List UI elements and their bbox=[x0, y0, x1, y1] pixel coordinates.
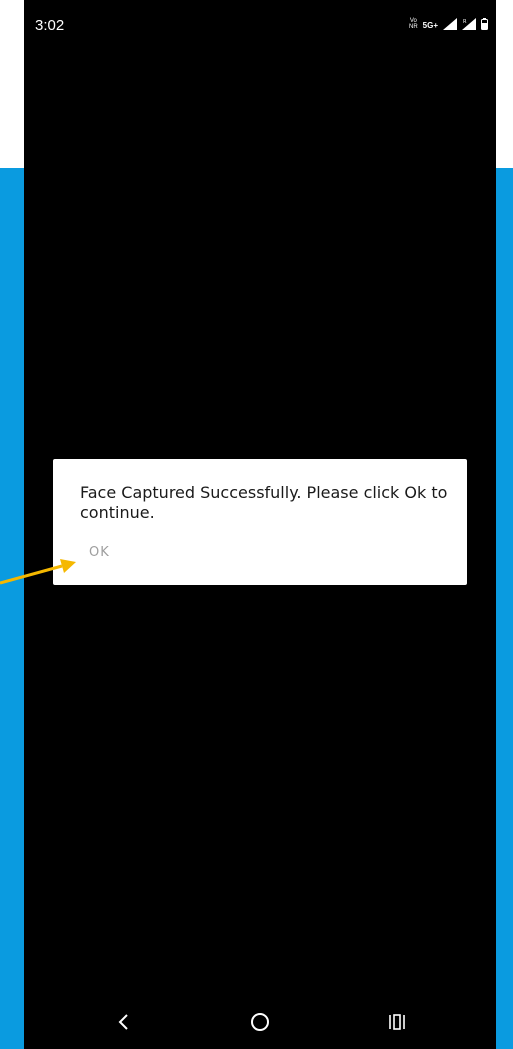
status-bar: 3:02 Vo NR 5G+ R bbox=[0, 0, 513, 52]
network-type-label: 5G+ bbox=[422, 21, 438, 30]
svg-text:R: R bbox=[463, 19, 467, 25]
chevron-left-icon bbox=[118, 1014, 128, 1030]
dialog-message: Face Captured Successfully. Please click… bbox=[80, 483, 448, 522]
home-button[interactable] bbox=[245, 1007, 275, 1037]
battery-icon bbox=[481, 18, 488, 30]
annotation-arrow-icon bbox=[0, 559, 76, 585]
status-icons: Vo NR 5G+ R bbox=[409, 18, 488, 30]
nr-label: NR bbox=[408, 24, 418, 30]
circle-home-icon bbox=[251, 1013, 269, 1031]
app-background-blue-right bbox=[496, 168, 513, 1049]
volte-indicator: Vo NR bbox=[409, 18, 418, 30]
screen: 3:02 Vo NR 5G+ R Face Captured Successfu… bbox=[0, 0, 513, 1049]
recents-icon bbox=[389, 1014, 405, 1030]
navigation-bar bbox=[0, 997, 513, 1049]
roaming-signal-icon: R bbox=[462, 18, 476, 30]
status-time: 3:02 bbox=[35, 17, 65, 34]
recents-button[interactable] bbox=[382, 1007, 412, 1037]
face-capture-dialog: Face Captured Successfully. Please click… bbox=[53, 459, 467, 585]
back-button[interactable] bbox=[109, 1007, 139, 1037]
signal-strength-icon bbox=[443, 18, 457, 30]
ok-button[interactable]: OK bbox=[79, 541, 120, 564]
app-background-blue-left bbox=[0, 168, 24, 1049]
